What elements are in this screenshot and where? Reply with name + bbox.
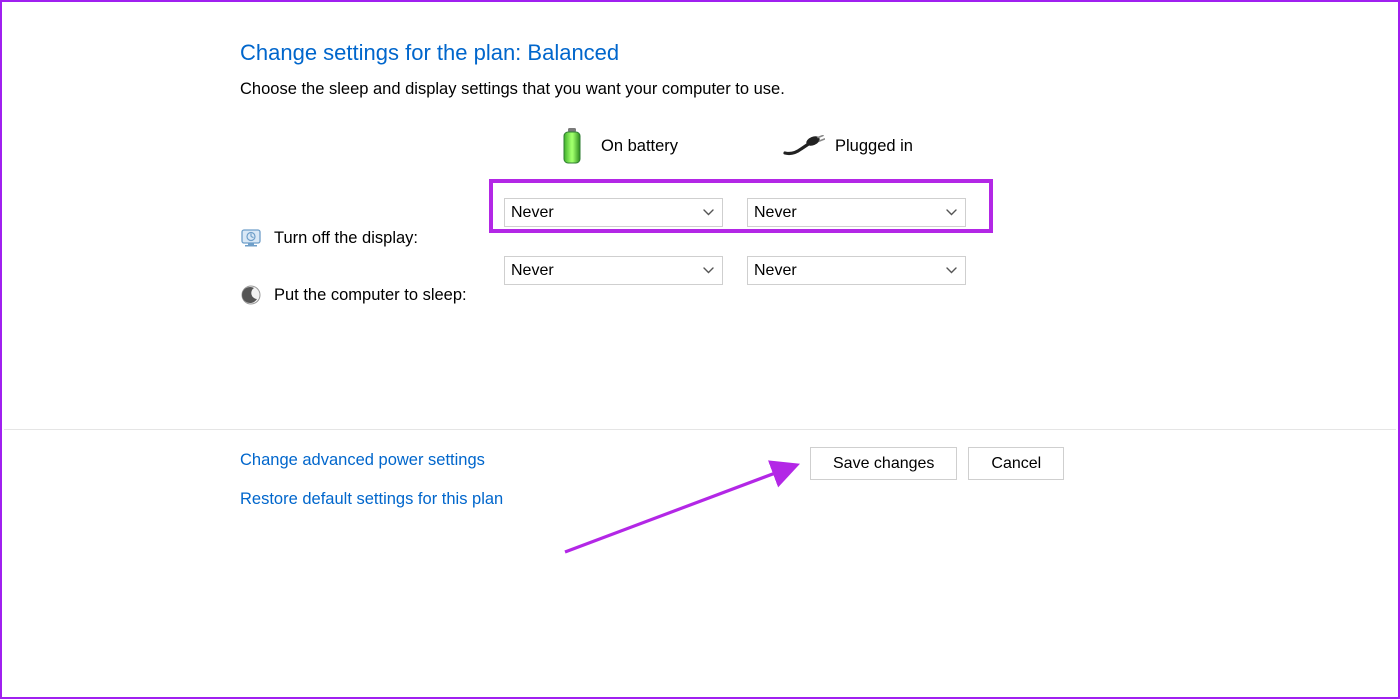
dropdown-value: Never — [754, 204, 797, 222]
dropdown-value: Never — [754, 262, 797, 280]
plug-icon — [783, 135, 825, 157]
cancel-button[interactable]: Cancel — [968, 447, 1064, 480]
column-header-plugged: Plugged in — [783, 135, 913, 157]
column-header-plugged-label: Plugged in — [835, 137, 913, 156]
column-header-battery: On battery — [559, 127, 783, 165]
chevron-down-icon — [702, 265, 714, 277]
dropdown-row-sleep: Never Never — [504, 256, 966, 285]
display-icon — [240, 227, 262, 249]
row-label-display: Turn off the display: — [274, 229, 488, 248]
dropdown-row-display: Never Never — [504, 198, 966, 227]
link-restore-defaults[interactable]: Restore default settings for this plan — [240, 490, 503, 509]
dropdown-value: Never — [511, 262, 554, 280]
dropdown-display-plugged[interactable]: Never — [747, 198, 966, 227]
dropdown-display-battery[interactable]: Never — [504, 198, 723, 227]
dropdown-sleep-plugged[interactable]: Never — [747, 256, 966, 285]
link-advanced-settings[interactable]: Change advanced power settings — [240, 451, 485, 470]
moon-icon — [240, 284, 262, 306]
column-header-battery-label: On battery — [601, 137, 678, 156]
columns-header: On battery Plugged in — [240, 127, 1398, 165]
chevron-down-icon — [945, 265, 957, 277]
page-title: Change settings for the plan: Balanced — [240, 40, 1398, 66]
chevron-down-icon — [702, 207, 714, 219]
battery-icon — [559, 127, 585, 165]
row-label-sleep: Put the computer to sleep: — [274, 286, 488, 305]
save-button[interactable]: Save changes — [810, 447, 957, 480]
button-row: Save changes Cancel — [810, 447, 1064, 480]
divider — [4, 429, 1396, 430]
dropdown-sleep-battery[interactable]: Never — [504, 256, 723, 285]
dropdown-value: Never — [511, 204, 554, 222]
page-subtitle: Choose the sleep and display settings th… — [240, 80, 1398, 99]
chevron-down-icon — [945, 207, 957, 219]
